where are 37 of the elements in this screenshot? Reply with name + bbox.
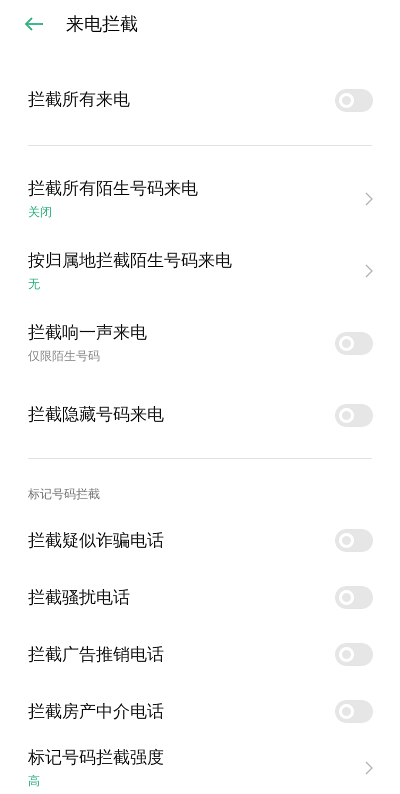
row-title: 拦截骚扰电话 (28, 586, 130, 608)
chevron-right-icon (365, 192, 373, 206)
row-subtitle: 高 (28, 773, 41, 789)
settings-row[interactable]: 拦截房产中介电话 (0, 683, 400, 740)
row-subtitle: 无 (28, 276, 41, 292)
toggle-switch[interactable] (335, 700, 373, 723)
row-title: 拦截所有来电 (28, 89, 130, 111)
row-title: 标记号码拦截强度 (28, 747, 164, 769)
section-heading: 标记号码拦截 (28, 487, 100, 501)
toggle-switch[interactable] (335, 643, 373, 666)
row-title: 拦截广告推销电话 (28, 644, 164, 666)
settings-row[interactable]: 按归属地拦截陌生号码来电 无 (0, 235, 400, 307)
row-title: 拦截响一声来电 (28, 322, 147, 344)
settings-row[interactable]: 拦截所有来电 (0, 72, 400, 128)
chevron-right-icon (365, 761, 373, 775)
settings-row[interactable]: 拦截响一声来电 仅限陌生号码 (0, 307, 400, 379)
row-title: 按归属地拦截陌生号码来电 (28, 250, 232, 272)
toggle-switch[interactable] (335, 529, 373, 552)
toggle-switch[interactable] (335, 586, 373, 609)
row-title: 拦截疑似诈骗电话 (28, 530, 164, 552)
settings-row[interactable]: 拦截隐藏号码来电 (0, 379, 400, 451)
row-title: 拦截房产中介电话 (28, 700, 164, 722)
back-arrow-icon[interactable] (24, 16, 44, 32)
row-subtitle: 仅限陌生号码 (28, 348, 101, 364)
toggle-switch[interactable] (335, 88, 373, 112)
row-subtitle: 关闭 (28, 204, 53, 220)
settings-row[interactable]: 标记号码拦截强度 高 (0, 740, 400, 794)
toggle-switch[interactable] (335, 404, 373, 426)
settings-row[interactable]: 拦截疑似诈骗电话 (0, 512, 400, 569)
settings-row[interactable]: 拦截所有陌生号码来电 关闭 (0, 163, 400, 235)
settings-row[interactable]: 拦截骚扰电话 (0, 569, 400, 626)
row-title: 拦截所有陌生号码来电 (28, 178, 198, 200)
toggle-switch[interactable] (335, 332, 373, 354)
row-title: 拦截隐藏号码来电 (28, 404, 164, 426)
page-title: 来电拦截 (66, 12, 138, 36)
settings-row[interactable]: 拦截广告推销电话 (0, 626, 400, 683)
chevron-right-icon (365, 264, 373, 278)
